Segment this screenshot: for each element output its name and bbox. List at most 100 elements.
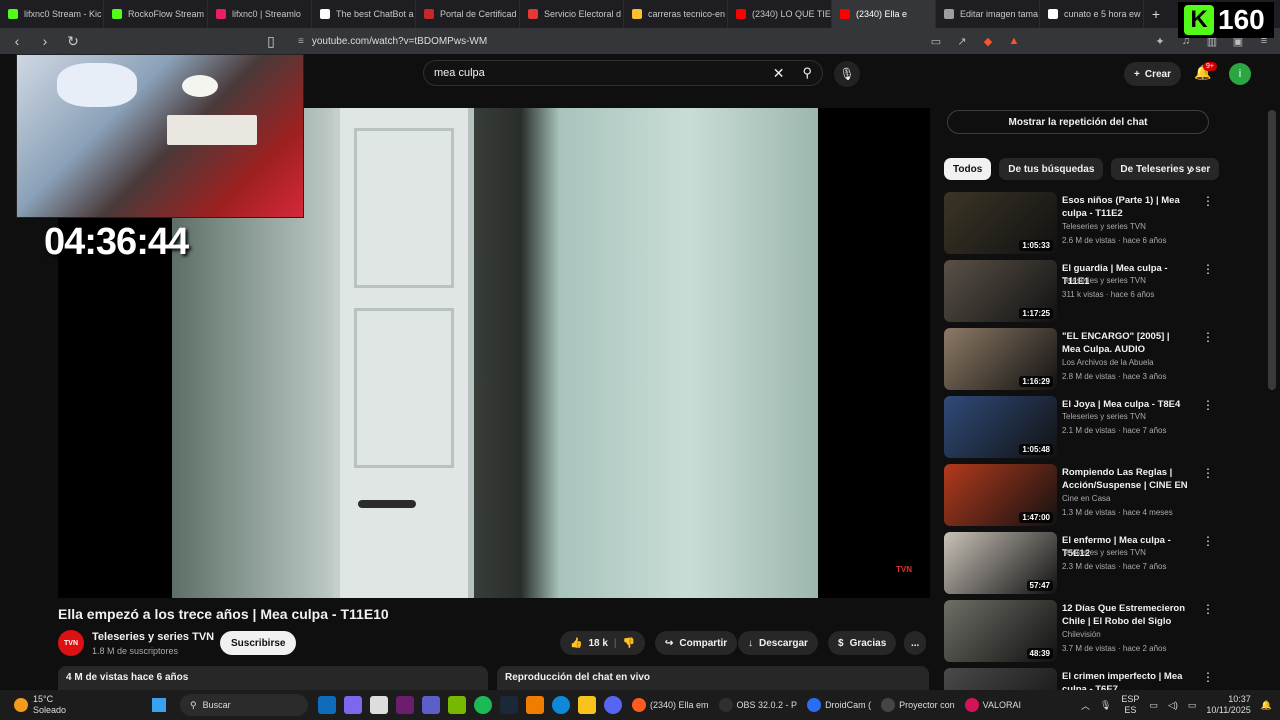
recommendation-title[interactable]: "EL ENCARGO" [2005] | Mea Culpa. AUDIO C… (1062, 330, 1190, 356)
visual-studio-icon[interactable] (396, 696, 414, 714)
search-icon[interactable]: ⚲ (802, 65, 812, 81)
search-input[interactable]: mea culpa (434, 67, 773, 79)
recommendation-item[interactable]: 1:17:25 El guardia | Mea culpa - T11E1 Tel… (944, 260, 1224, 324)
recommendation-channel[interactable]: Teleseries y series TVN (1062, 548, 1146, 557)
store-icon[interactable] (370, 696, 388, 714)
edge-icon[interactable] (552, 696, 570, 714)
recommendation-item[interactable]: 1:05:48 El Joya | Mea culpa - T8E4 Teleser… (944, 396, 1224, 460)
browser-tab[interactable]: RockoFlow Stream (104, 0, 208, 28)
like-button[interactable]: 👍 18 k | 👎 (560, 631, 646, 655)
more-options-icon[interactable]: ⋮ (1202, 534, 1214, 548)
recommendation-item[interactable]: 1:05:33 Esos niños (Parte 1) | Mea culpa … (944, 192, 1224, 256)
weather-widget[interactable]: 15°C Soleado (0, 694, 140, 716)
file-explorer-icon[interactable] (578, 696, 596, 714)
account-avatar[interactable]: i (1229, 63, 1251, 85)
windows-start-icon[interactable] (152, 698, 166, 712)
language-indicator[interactable]: ESP ES (1121, 694, 1139, 716)
channel-name[interactable]: Teleseries y series TVN (92, 631, 214, 643)
outlook-icon[interactable] (318, 696, 336, 714)
more-options-icon[interactable]: ⋮ (1202, 330, 1214, 344)
recommendation-item[interactable]: 1:47:00 Rompiendo Las Reglas | Acción/Sus… (944, 464, 1224, 528)
share-button[interactable]: ↪ Compartir (655, 631, 738, 655)
channel-avatar[interactable]: TVN (58, 630, 84, 656)
browser-tab[interactable]: Servicio Electoral d (520, 0, 624, 28)
voice-search-icon[interactable]: 🎙 (834, 61, 860, 87)
recommendation-channel[interactable]: Teleseries y series TVN (1062, 412, 1146, 421)
clock[interactable]: 10:37 10/11/2025 (1206, 694, 1250, 716)
more-options-icon[interactable]: ⋮ (1202, 466, 1214, 480)
url-field[interactable]: ≡ youtube.com/watch?v=tBDOMPws-WM (290, 31, 918, 51)
more-actions-button[interactable]: ... (904, 631, 927, 655)
more-options-icon[interactable]: ⋮ (1202, 194, 1214, 208)
notifications-icon[interactable]: 🔔 (1261, 700, 1272, 711)
clear-search-icon[interactable]: ✕ (773, 65, 785, 82)
taskbar-app[interactable]: OBS 32.0.2 - P (718, 698, 797, 712)
network-icon[interactable]: ▭ (1149, 700, 1158, 711)
taskbar-app[interactable]: DroidCam ( (807, 698, 871, 712)
video-thumbnail[interactable]: 1:05:33 (944, 192, 1057, 254)
browser-tab[interactable]: The best ChatBot a (312, 0, 416, 28)
steam-icon[interactable] (500, 696, 518, 714)
browser-tab[interactable]: cunato e 5 hora ew (1040, 0, 1144, 28)
vlc-icon[interactable] (526, 696, 544, 714)
tray-chevron-icon[interactable]: ︿ (1081, 699, 1090, 712)
recommendation-channel[interactable]: Teleseries y series TVN (1062, 222, 1146, 231)
recommendation-title[interactable]: 12 Días Que Estremecieron Chile | El Rob… (1062, 602, 1190, 628)
browser-tab[interactable]: (2340) LO QUE TIEN (728, 0, 832, 28)
recommendation-item[interactable]: 1:16:29 "EL ENCARGO" [2005] | Mea Culpa. … (944, 328, 1224, 392)
video-thumbnail[interactable]: 1:05:48 (944, 396, 1057, 458)
more-options-icon[interactable]: ⋮ (1202, 398, 1214, 412)
cast-icon[interactable]: ▭ (928, 35, 944, 48)
recommendation-item[interactable]: 48:39 12 Días Que Estremecieron Chile | E… (944, 600, 1224, 664)
more-options-icon[interactable]: ⋮ (1202, 602, 1214, 616)
site-info-icon[interactable]: ≡ (298, 36, 304, 47)
recommendation-channel[interactable]: Chilevisión (1062, 630, 1101, 639)
forward-icon[interactable]: › (36, 33, 54, 49)
video-thumbnail[interactable]: 1:17:25 (944, 260, 1057, 322)
recommendation-title[interactable]: Rompiendo Las Reglas | Acción/Suspense |… (1062, 466, 1190, 492)
live-chat-replay-bar[interactable]: Reproducción del chat en vivo (497, 666, 929, 690)
filter-chip[interactable]: Todos (944, 158, 992, 180)
taskbar-app[interactable]: Proyector con (881, 698, 955, 712)
browser-tab[interactable]: Portal de Certificad (416, 0, 520, 28)
extensions-icon[interactable]: ✦ (1152, 35, 1168, 48)
filter-chip[interactable]: De tus búsquedas (999, 158, 1104, 180)
video-thumbnail[interactable]: 57:47 (944, 532, 1057, 594)
brave-shield-icon[interactable]: ◆ (980, 35, 996, 48)
recommendation-channel[interactable]: Teleseries y series TVN (1062, 276, 1146, 285)
nvidia-icon[interactable] (448, 696, 466, 714)
browser-tab[interactable]: carreras tecnico-en (624, 0, 728, 28)
thanks-button[interactable]: $ Gracias (828, 631, 897, 655)
spotify-icon[interactable] (474, 696, 492, 714)
copilot-icon[interactable] (344, 696, 362, 714)
recommendation-item[interactable]: El crimen imperfecto | Mea culpa - T6E7T… (944, 668, 1224, 690)
filter-chip[interactable]: De Teleseries y ser (1111, 158, 1220, 180)
taskbar-app[interactable]: (2340) Ella em (632, 698, 709, 712)
browser-tab[interactable]: lifxnc0 | Streamlo (208, 0, 312, 28)
recommendation-title[interactable]: El crimen imperfecto | Mea culpa - T6E7 (1062, 670, 1190, 690)
show-chat-replay-button[interactable]: Mostrar la repetición del chat (947, 110, 1209, 134)
more-options-icon[interactable]: ⋮ (1202, 262, 1214, 276)
bookmark-icon[interactable]: ▯ (262, 33, 280, 50)
taskbar-app[interactable]: VALORAI (964, 698, 1021, 712)
recommendation-title[interactable]: El Joya | Mea culpa - T8E4 (1062, 398, 1190, 411)
dislike-icon[interactable]: 👎 (623, 638, 635, 649)
recommendation-channel[interactable]: Cine en Casa (1062, 494, 1110, 503)
recommendation-title[interactable]: Esos niños (Parte 1) | Mea culpa - T11E2 (1062, 194, 1190, 220)
teams-icon[interactable] (422, 696, 440, 714)
mic-icon[interactable]: 🎙 (1100, 700, 1111, 711)
browser-tab[interactable]: lifxnc0 Stream - Kic (0, 0, 104, 28)
taskbar-search[interactable]: ⚲ Buscar (180, 694, 308, 716)
volume-icon[interactable]: ◁) (1168, 700, 1178, 711)
video-thumbnail[interactable]: 1:47:00 (944, 464, 1057, 526)
back-icon[interactable]: ‹ (8, 33, 26, 49)
more-options-icon[interactable]: ⋮ (1202, 670, 1214, 684)
browser-tab[interactable]: Editar imagen tama (936, 0, 1040, 28)
chips-next-icon[interactable]: › (1190, 160, 1195, 176)
discord-icon[interactable] (604, 696, 622, 714)
battery-icon[interactable]: ▭ (1188, 700, 1197, 711)
reload-icon[interactable]: ↻ (64, 33, 82, 50)
subscribe-button[interactable]: Suscribirse (220, 631, 297, 655)
video-thumbnail[interactable]: 48:39 (944, 600, 1057, 662)
new-tab-button[interactable]: + (1144, 6, 1168, 22)
